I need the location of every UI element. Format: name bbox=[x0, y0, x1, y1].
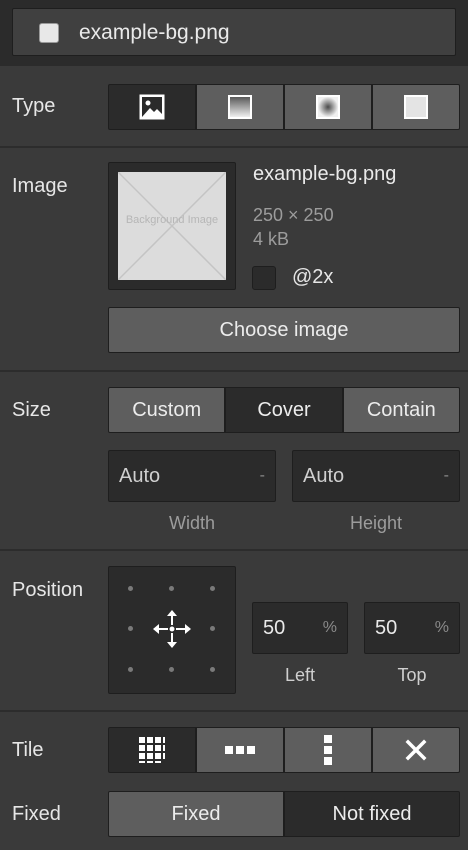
divider bbox=[0, 549, 468, 551]
width-input[interactable]: Auto - bbox=[108, 450, 276, 502]
tile-segmented-control bbox=[108, 727, 460, 773]
no-tile-icon bbox=[405, 739, 427, 761]
width-value: Auto bbox=[119, 464, 161, 487]
radial-gradient-icon bbox=[316, 95, 340, 119]
type-linear-gradient-button[interactable] bbox=[197, 85, 283, 129]
size-segmented-control: Custom Cover Contain bbox=[108, 387, 460, 433]
divider bbox=[0, 710, 468, 712]
width-label: Width bbox=[168, 513, 215, 533]
no-tile-button[interactable] bbox=[373, 728, 459, 772]
tile-label: Tile bbox=[12, 739, 44, 761]
left-unit: % bbox=[322, 619, 337, 636]
fixed-segmented-control: Fixed Not fixed bbox=[108, 791, 460, 837]
left-label: Left bbox=[284, 665, 316, 685]
position-label: Position bbox=[12, 579, 84, 601]
type-image-button[interactable] bbox=[109, 85, 195, 129]
layer-title: example-bg.png bbox=[79, 21, 230, 44]
retina-checkbox[interactable] bbox=[252, 266, 276, 290]
type-segmented-control bbox=[108, 84, 460, 130]
image-filesize: 4 kB bbox=[253, 229, 290, 249]
width-unit: - bbox=[259, 467, 265, 484]
height-label: Height bbox=[349, 513, 403, 533]
move-icon bbox=[153, 610, 191, 648]
divider bbox=[0, 146, 468, 148]
size-cover-button[interactable]: Cover bbox=[226, 388, 342, 432]
not-fixed-button[interactable]: Not fixed bbox=[285, 792, 459, 836]
top-unit: % bbox=[434, 619, 449, 636]
position-dot[interactable] bbox=[169, 667, 174, 672]
height-value: Auto bbox=[303, 464, 345, 487]
image-dimensions: 250 × 250 bbox=[253, 205, 334, 225]
position-dot[interactable] bbox=[169, 586, 174, 591]
divider bbox=[0, 370, 468, 372]
fixed-button[interactable]: Fixed bbox=[109, 792, 283, 836]
height-unit: - bbox=[443, 467, 449, 484]
position-dot[interactable] bbox=[210, 667, 215, 672]
placeholder-text: Background Image bbox=[125, 214, 219, 226]
fixed-label: Fixed bbox=[12, 803, 61, 825]
position-grid[interactable] bbox=[108, 566, 236, 694]
choose-image-button[interactable]: Choose image bbox=[108, 307, 460, 353]
image-label: Image bbox=[12, 175, 68, 197]
top-label: Top bbox=[397, 665, 427, 685]
position-dot[interactable] bbox=[210, 586, 215, 591]
type-radial-gradient-button[interactable] bbox=[285, 85, 371, 129]
size-label: Size bbox=[12, 399, 51, 421]
image-filename: example-bg.png bbox=[253, 163, 397, 185]
top-value: 50 bbox=[375, 616, 398, 639]
retina-label: @2x bbox=[292, 266, 334, 288]
tile-horizontal-button[interactable] bbox=[197, 728, 283, 772]
size-custom-button[interactable]: Custom bbox=[109, 388, 225, 432]
tile-vertical-icon bbox=[324, 735, 332, 765]
tile-both-icon bbox=[139, 737, 165, 763]
left-input[interactable]: 50 % bbox=[252, 602, 348, 654]
tile-vertical-button[interactable] bbox=[285, 728, 371, 772]
type-solid-color-button[interactable] bbox=[373, 85, 459, 129]
image-thumbnail[interactable]: Background Image bbox=[108, 162, 236, 290]
image-icon bbox=[139, 94, 165, 120]
tile-horizontal-icon bbox=[225, 746, 255, 754]
linear-gradient-icon bbox=[228, 95, 252, 119]
position-dot[interactable] bbox=[128, 667, 133, 672]
height-input[interactable]: Auto - bbox=[292, 450, 460, 502]
position-dot[interactable] bbox=[128, 586, 133, 591]
type-label: Type bbox=[12, 95, 56, 117]
tile-both-button[interactable] bbox=[109, 728, 195, 772]
left-value: 50 bbox=[263, 616, 286, 639]
position-dot[interactable] bbox=[210, 626, 215, 631]
size-contain-button[interactable]: Contain bbox=[343, 388, 459, 432]
layer-visibility-checkbox[interactable] bbox=[39, 23, 59, 43]
solid-color-icon bbox=[404, 95, 428, 119]
layer-item[interactable]: example-bg.png bbox=[12, 8, 456, 56]
top-input[interactable]: 50 % bbox=[364, 602, 460, 654]
position-dot[interactable] bbox=[128, 626, 133, 631]
